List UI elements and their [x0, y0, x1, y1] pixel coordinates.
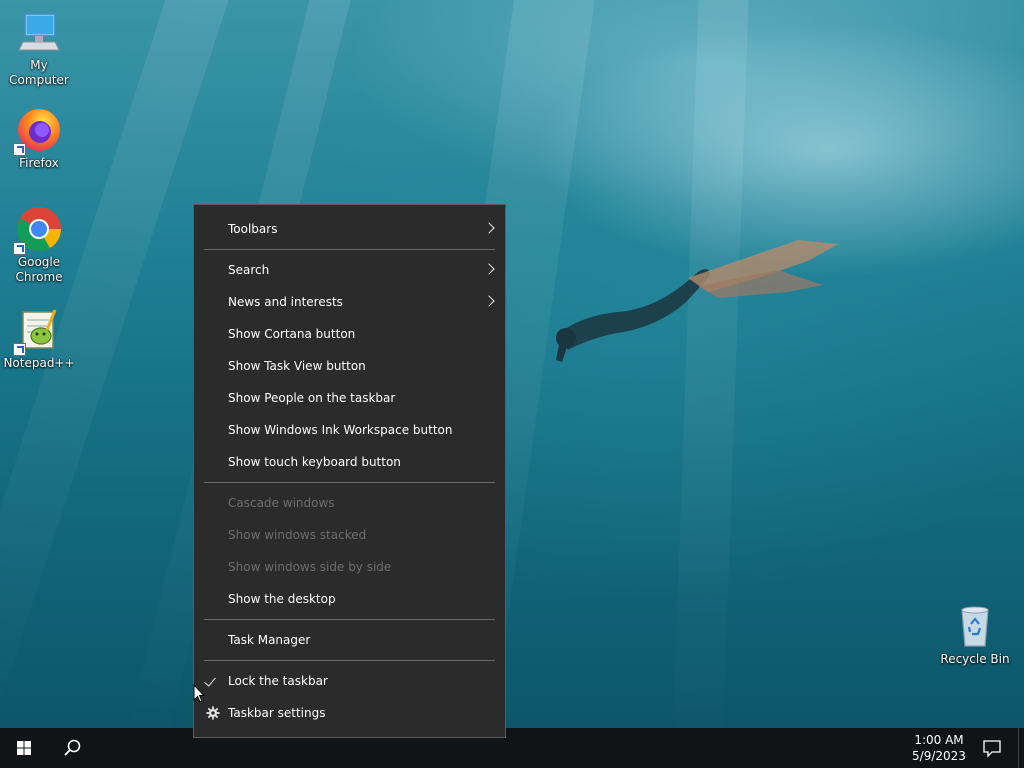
clock-date: 5/9/2023 [912, 749, 966, 763]
menu-item-label: Show the desktop [228, 592, 336, 606]
shortcut-arrow-icon [13, 242, 26, 255]
taskbar-clock[interactable]: 1:00 AM 5/9/2023 [898, 730, 980, 766]
desktop-icon-label: Google Chrome [15, 255, 63, 284]
shortcut-arrow-icon [13, 343, 26, 356]
menu-item-label: Cascade windows [228, 496, 335, 510]
action-center-button[interactable] [974, 728, 1010, 768]
menu-item-label: Show windows side by side [228, 560, 392, 574]
chrome-icon [13, 205, 63, 255]
chevron-right-icon [483, 295, 495, 307]
desktop-icon-label: My Computer [9, 58, 69, 87]
menu-item-toolbars[interactable]: Toolbars [194, 213, 505, 245]
menu-item-show-people[interactable]: Show People on the taskbar [194, 382, 505, 414]
menu-item-label: Show Windows Ink Workspace button [228, 423, 453, 437]
desktop-icon-my-computer[interactable]: My Computer [1, 8, 77, 88]
menu-item-label: Show Task View button [228, 359, 366, 373]
menu-item-task-manager[interactable]: Task Manager [194, 624, 505, 656]
menu-item-label: Show People on the taskbar [228, 391, 396, 405]
windows-logo-icon [17, 741, 31, 755]
menu-item-taskbar-settings[interactable]: Taskbar settings [194, 697, 505, 729]
menu-item-label: Show windows stacked [228, 528, 367, 542]
menu-item-label: Lock the taskbar [228, 674, 328, 688]
menu-item-show-windows-ink[interactable]: Show Windows Ink Workspace button [194, 414, 505, 446]
mouse-cursor-icon [193, 684, 205, 703]
notepad-plus-plus-icon [13, 306, 63, 356]
desktop-icon-label: Firefox [19, 156, 59, 170]
taskbar-context-menu: Toolbars Search News and interests Show … [193, 204, 506, 738]
search-button[interactable] [48, 728, 96, 768]
menu-item-show-touch-keyboard[interactable]: Show touch keyboard button [194, 446, 505, 478]
taskbar[interactable]: 1:00 AM 5/9/2023 [0, 728, 1024, 768]
desktop[interactable]: My Computer Firefox Google Chrome Notepa… [0, 0, 1024, 728]
menu-separator [204, 660, 495, 661]
search-icon [64, 739, 81, 756]
desktop-icon-chrome[interactable]: Google Chrome [1, 205, 77, 285]
desktop-icon-notepad-plus-plus[interactable]: Notepad++ [1, 306, 77, 371]
menu-item-show-cortana-button[interactable]: Show Cortana button [194, 318, 505, 350]
menu-separator [204, 482, 495, 483]
recycle-bin-icon [951, 602, 999, 650]
menu-item-lock-the-taskbar[interactable]: Lock the taskbar [194, 665, 505, 697]
chevron-right-icon [483, 263, 495, 275]
gear-icon [206, 706, 220, 720]
menu-item-label: Show Cortana button [228, 327, 356, 341]
computer-icon [15, 8, 63, 56]
menu-separator [204, 619, 495, 620]
menu-item-show-the-desktop[interactable]: Show the desktop [194, 583, 505, 615]
desktop-icon-firefox[interactable]: Firefox [1, 106, 77, 171]
menu-item-label: Toolbars [228, 222, 278, 236]
chevron-right-icon [483, 222, 495, 234]
desktop-icon-label: Notepad++ [3, 356, 75, 370]
menu-item-label: News and interests [228, 295, 343, 309]
start-button[interactable] [0, 728, 48, 768]
menu-item-label: Search [228, 263, 270, 277]
menu-item-search[interactable]: Search [194, 254, 505, 286]
menu-item-cascade-windows: Cascade windows [194, 487, 505, 519]
desktop-icon-label: Recycle Bin [940, 652, 1010, 666]
desktop-icon-recycle-bin[interactable]: Recycle Bin [937, 602, 1013, 667]
menu-item-label: Taskbar settings [228, 706, 326, 720]
show-desktop-button[interactable] [1018, 728, 1024, 768]
menu-item-label: Show touch keyboard button [228, 455, 401, 469]
menu-item-show-task-view-button[interactable]: Show Task View button [194, 350, 505, 382]
menu-separator [204, 249, 495, 250]
clock-time: 1:00 AM [914, 733, 964, 747]
menu-item-show-windows-stacked: Show windows stacked [194, 519, 505, 551]
menu-item-label: Task Manager [228, 633, 311, 647]
action-center-icon [983, 740, 1001, 758]
firefox-icon [13, 106, 63, 156]
diver-wallpaper-image [556, 240, 838, 362]
menu-item-show-windows-side-by-side: Show windows side by side [194, 551, 505, 583]
checkmark-icon [204, 674, 216, 687]
menu-item-news-and-interests[interactable]: News and interests [194, 286, 505, 318]
shortcut-arrow-icon [13, 143, 26, 156]
